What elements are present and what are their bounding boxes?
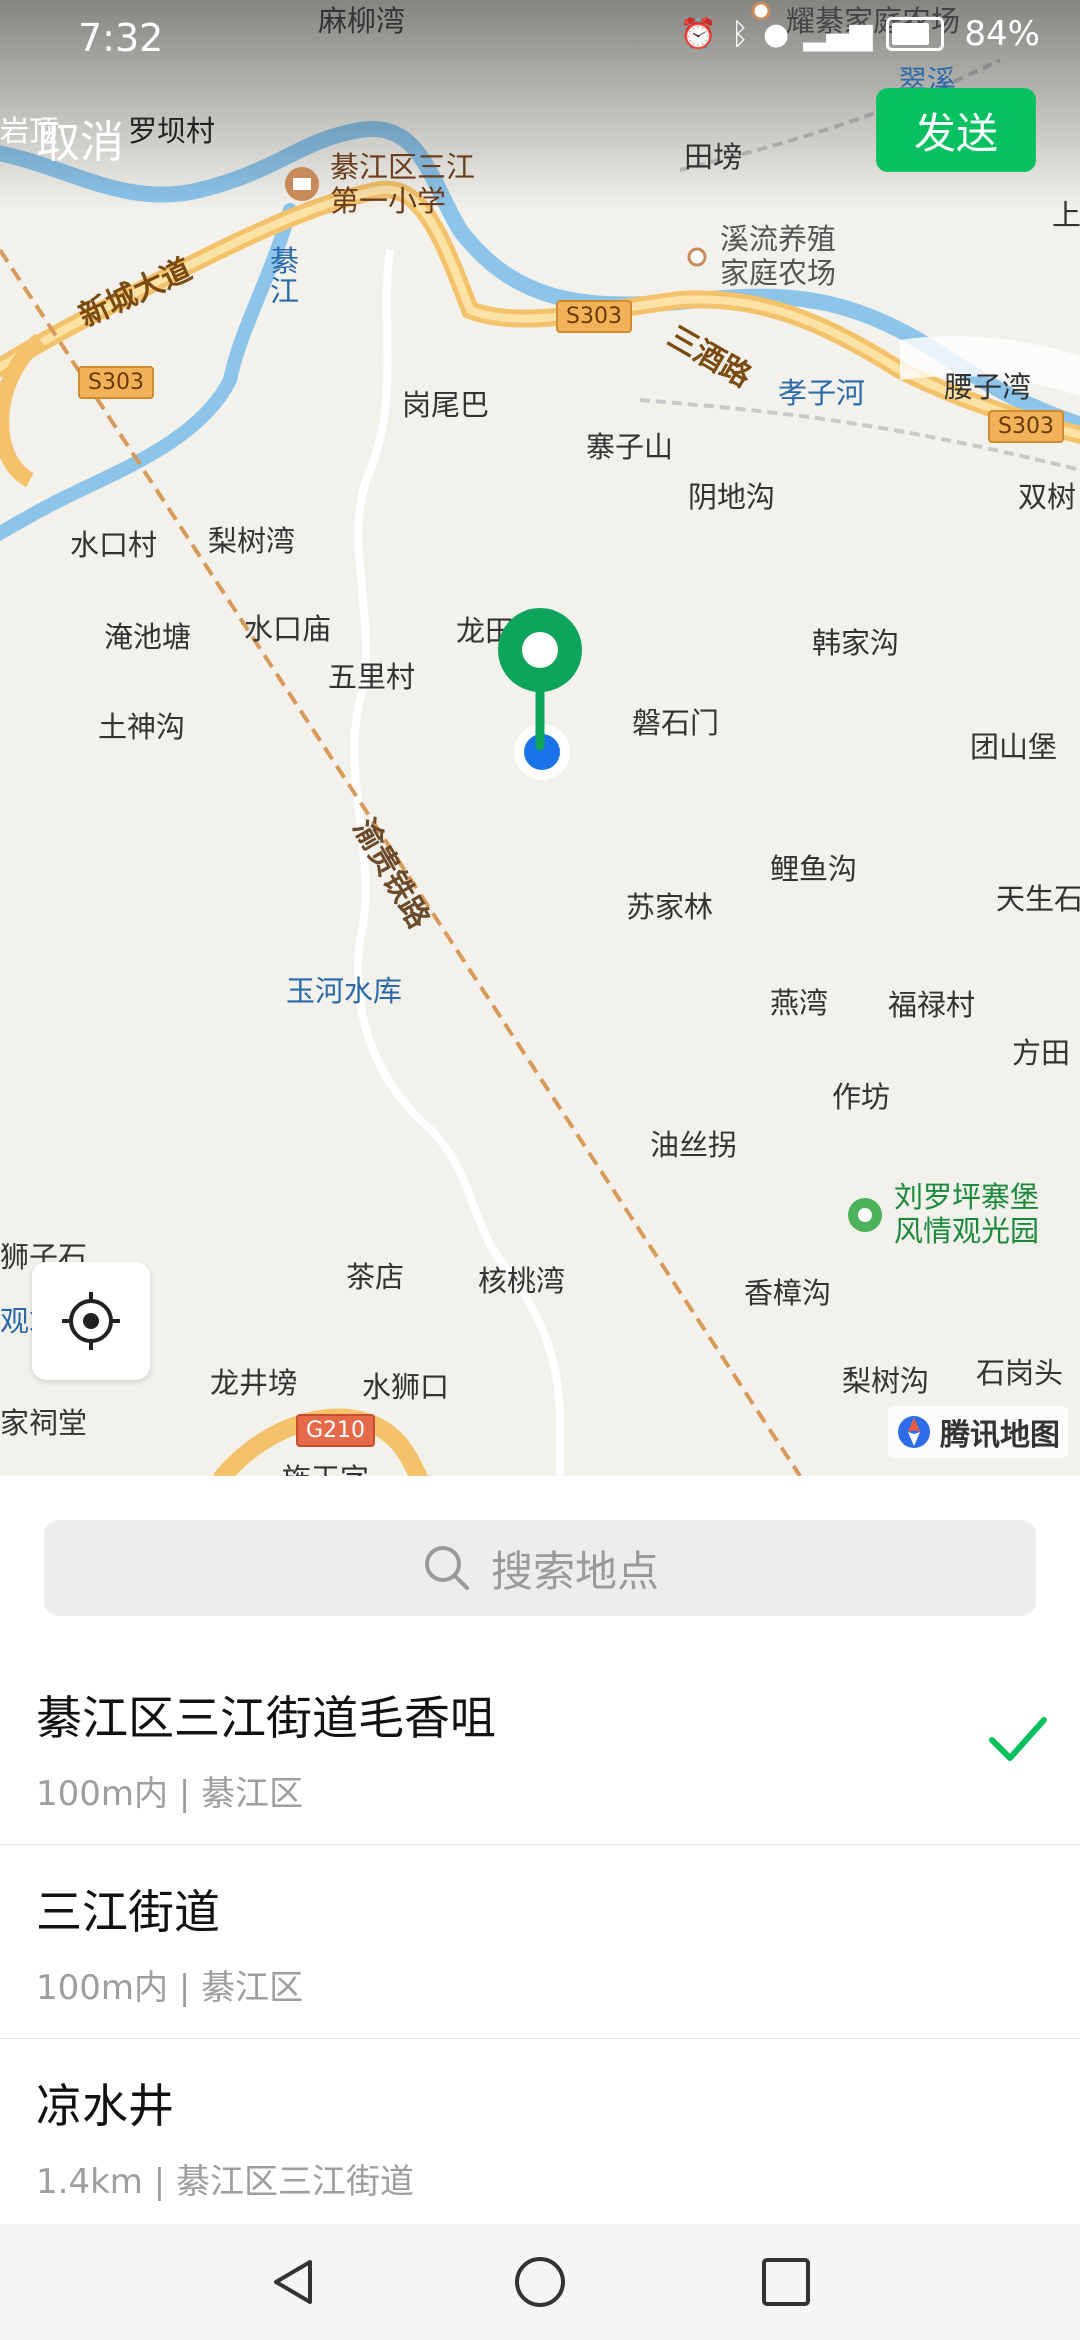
map-label: 岗尾巴 (402, 388, 490, 422)
map-label: 五里村 (328, 660, 416, 694)
map-label: 水口庙 (244, 612, 332, 646)
map-label: 阴地沟 (688, 480, 776, 514)
map-label: 核桃湾 (478, 1264, 566, 1298)
map-label: 苏家林 (626, 890, 714, 924)
map-label: 家祠堂 (0, 1406, 88, 1440)
map-label: 淹池塘 (104, 620, 192, 654)
farm-icon (687, 247, 707, 267)
map-label: 团山堡 (970, 730, 1058, 764)
school-icon (285, 167, 319, 201)
map-label: 梨树湾 (208, 524, 296, 558)
map-label: 上 (1052, 198, 1080, 232)
route-shield: G210 (296, 1414, 376, 1447)
map-label: 茶店 (346, 1260, 405, 1294)
system-nav-bar (0, 2224, 1080, 2340)
location-sheet: 搜索地点 綦江区三江街道毛香咀 100m内 | 綦江区 三江街道 100m内 |… (0, 1476, 1080, 2340)
recents-icon[interactable] (758, 2254, 814, 2310)
back-icon[interactable] (266, 2254, 322, 2310)
crosshair-icon (62, 1292, 120, 1350)
route-shield: S303 (988, 410, 1064, 443)
battery-icon (886, 17, 945, 51)
result-name: 綦江区三江街道毛香咀 (36, 1691, 496, 1745)
map-label: 腰子湾 (944, 370, 1032, 404)
list-item[interactable]: 綦江区三江街道毛香咀 100m内 | 綦江区 (0, 1650, 1080, 1845)
route-shield: S303 (78, 366, 154, 399)
result-name: 三江街道 (36, 1885, 220, 1939)
result-name: 凉水井 (36, 2079, 174, 2133)
map-view[interactable]: 麻柳湾 耀綦家庭农场 翠溪 岩顶 罗坝村 綦江区三江 第一小学 田塝 溪流养殖 … (0, 0, 1080, 1476)
map-label: 孝子河 (778, 376, 866, 410)
search-placeholder: 搜索地点 (490, 1546, 659, 1596)
status-bar: 7:32 ⏰ ᛒ ● ▂▄▆ 84% (0, 0, 1080, 76)
result-detail: 100m内 | 綦江区 (36, 1968, 304, 2008)
map-label: 綦 江 (270, 244, 300, 308)
list-item[interactable]: 凉水井 1.4km | 綦江区三江街道 (0, 2038, 1080, 2232)
map-label: 梨树沟 (842, 1364, 930, 1398)
map-label: 寨子山 (586, 430, 674, 464)
status-time: 7:32 (78, 16, 164, 60)
map-provider-text: 腾讯地图 (940, 1418, 1060, 1453)
result-detail: 100m内 | 綦江区 (36, 1774, 304, 1814)
map-label: 溪流养殖 家庭农场 (720, 222, 837, 290)
cancel-button[interactable]: 取消 (36, 106, 124, 170)
map-provider-logo: 腾讯地图 (888, 1406, 1068, 1458)
map-label: 油丝拐 (650, 1128, 738, 1162)
send-button[interactable]: 发送 (876, 88, 1036, 172)
compass-logo-icon (898, 1416, 930, 1448)
map-label: 旌王字 (282, 1456, 369, 1476)
map-label: 土神沟 (98, 710, 186, 744)
search-input[interactable]: 搜索地点 (44, 1520, 1036, 1616)
result-detail: 1.4km | 綦江区三江街道 (36, 2162, 414, 2202)
map-label: 田塝 (684, 140, 743, 174)
route-shield: S303 (556, 300, 632, 333)
map-label: 罗坝村 (128, 114, 216, 148)
bluetooth-icon: ᛒ (731, 16, 750, 52)
locate-me-button[interactable] (32, 1262, 150, 1380)
search-icon (424, 1546, 469, 1590)
map-label: 石岗头 (976, 1356, 1064, 1390)
map-label: 双树 (1018, 480, 1077, 514)
status-icons: ⏰ ᛒ ● ▂▄▆ 84% (680, 14, 1040, 54)
check-icon (989, 1717, 1047, 1761)
map-label: 香樟沟 (744, 1276, 832, 1310)
alarm-icon: ⏰ (679, 16, 718, 52)
map-label: 方田 (1012, 1036, 1071, 1070)
map-label: 玉河水库 (286, 974, 403, 1008)
camera-icon (848, 1198, 882, 1232)
map-label: 燕湾 (770, 986, 829, 1020)
map-label: 作坊 (832, 1080, 891, 1114)
map-label: 水狮口 (362, 1370, 450, 1404)
map-label: 韩家沟 (812, 626, 900, 660)
list-item[interactable]: 三江街道 100m内 | 綦江区 (0, 1844, 1080, 2039)
map-label: 福禄村 (888, 988, 976, 1022)
signal-icon: ▂▄▆ (803, 16, 873, 52)
home-icon[interactable] (512, 2254, 568, 2310)
map-label: 水口村 (70, 528, 158, 562)
map-label: 刘罗坪寨堡 风情观光园 (894, 1180, 1040, 1248)
map-label: 磐石门 (632, 706, 720, 740)
map-label: 龙井塝 (210, 1366, 298, 1400)
map-label: 綦江区三江 第一小学 (330, 150, 476, 218)
location-pin-icon[interactable] (494, 604, 586, 754)
map-label: 天生石 (996, 882, 1080, 916)
map-label: 鲤鱼沟 (770, 852, 858, 886)
location-icon: ● (763, 16, 790, 52)
battery-percent: 84% (964, 14, 1040, 54)
